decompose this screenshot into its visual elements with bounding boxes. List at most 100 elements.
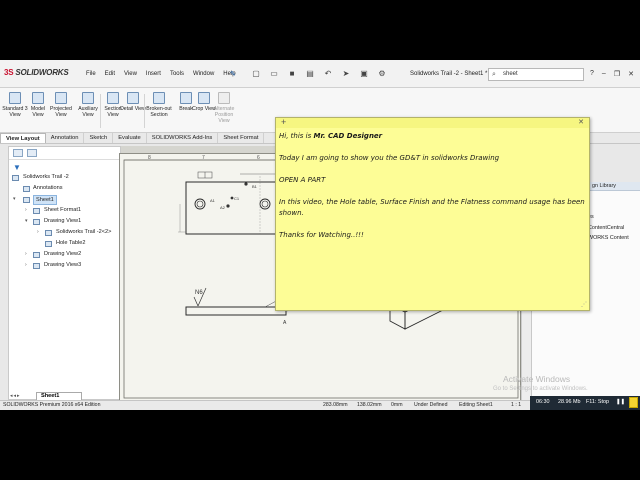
screen-recorder-bar: 06:30 28.96 Mb F11: Stop ❚❚: [530, 396, 640, 410]
task-pane-item[interactable]: WORKS Content: [588, 235, 629, 241]
tree-node-annotations[interactable]: Annotations: [9, 183, 121, 194]
tree-label: Sheet1: [33, 195, 57, 205]
broken-out-section-button[interactable]: Broken-out Section: [146, 92, 172, 118]
select-icon[interactable]: ➤: [340, 69, 352, 79]
border-number: 6: [257, 155, 260, 161]
rebuild-icon[interactable]: ▣: [358, 69, 370, 79]
coord-y: 138.02mm: [357, 402, 382, 408]
note-greeting-line: Hi, this is Mr. CAD Designer: [279, 131, 587, 142]
property-manager-tab-icon[interactable]: [27, 149, 37, 157]
logo-mark: 3S: [4, 68, 14, 77]
pin-icon[interactable]: ✎: [230, 70, 236, 78]
tree-node-drawing-view3[interactable]: › Drawing View3: [9, 260, 121, 271]
sticky-note[interactable]: + ✕ Hi, this is Mr. CAD Designer Today I…: [275, 117, 590, 311]
expand-arrow-icon[interactable]: ›: [25, 249, 27, 260]
pause-icon[interactable]: ❚❚: [616, 399, 625, 405]
close-icon[interactable]: ✕: [578, 118, 584, 126]
sticky-note-text[interactable]: Hi, this is Mr. CAD Designer Today I am …: [279, 131, 587, 252]
expand-arrow-icon[interactable]: ›: [25, 260, 27, 271]
alternate-position-view-button[interactable]: Alternate Position View: [211, 92, 237, 124]
menu-view[interactable]: View: [124, 71, 137, 77]
hole-right-inner: [261, 200, 269, 208]
model-view-icon: [32, 92, 44, 104]
hole-right[interactable]: [259, 198, 271, 210]
tree-node-drawing-view1[interactable]: ▾ Drawing View1: [9, 216, 121, 227]
note-line: Thanks for Watching..!!!: [279, 231, 364, 239]
detail-view-button[interactable]: Detail View: [120, 92, 146, 112]
menu-edit[interactable]: Edit: [105, 71, 115, 77]
tree-node-drawing-view2[interactable]: › Drawing View2: [9, 249, 121, 260]
save-icon[interactable]: ■: [286, 69, 298, 79]
tab-solidworks-add-ins[interactable]: SOLIDWORKS Add-Ins: [147, 133, 219, 143]
menu-file[interactable]: File: [86, 71, 96, 77]
menu-insert[interactable]: Insert: [146, 71, 161, 77]
recording-stop-hint[interactable]: F11: Stop: [586, 399, 609, 405]
tree-node-root[interactable]: Solidworks Trail -2: [9, 172, 121, 183]
print-icon[interactable]: ▤: [304, 69, 316, 79]
expand-arrow-icon[interactable]: ›: [25, 205, 27, 216]
solidworks-logo[interactable]: 3S SOLIDWORKS: [4, 68, 69, 77]
tab-sketch[interactable]: Sketch: [84, 133, 114, 143]
side-view-bar[interactable]: [185, 306, 287, 316]
minimize-icon[interactable]: –: [602, 70, 606, 78]
button-label: Standard 3 View: [2, 106, 28, 118]
button-label: Alternate Position View: [213, 106, 235, 124]
recording-time: 06:30: [536, 399, 550, 405]
sheet-scale[interactable]: 1 : 1: [511, 401, 521, 410]
tree-label: Hole Table2: [56, 240, 86, 246]
options-icon[interactable]: ⚙: [376, 69, 388, 79]
hole-left-inner: [196, 200, 204, 208]
projected-view-button[interactable]: Projected View: [48, 92, 74, 118]
undo-icon[interactable]: ↶: [322, 69, 334, 79]
new-note-icon[interactable]: +: [281, 117, 286, 127]
collapse-arrow-icon[interactable]: ▾: [13, 194, 16, 205]
drawing-icon: [12, 175, 19, 181]
plate-outline[interactable]: [185, 181, 279, 235]
coord-x: 283.08mm: [323, 402, 348, 408]
open-icon[interactable]: ▭: [268, 69, 280, 79]
sketch-state: Under Defined: [414, 402, 448, 408]
button-label: Broken-out Section: [146, 106, 172, 118]
feature-tree-tab-icon[interactable]: [13, 149, 23, 157]
new-document-icon[interactable]: ▢: [250, 69, 262, 79]
tree-node-part-reference[interactable]: › Solidworks Trail -2<2>: [9, 227, 121, 238]
surface-finish-symbol[interactable]: [197, 296, 203, 307]
side-view-callout: A: [283, 320, 287, 326]
hole-small-3[interactable]: [230, 196, 234, 200]
hole-table-icon: [45, 241, 52, 247]
tree-node-sheet1[interactable]: ▾ Sheet1: [9, 194, 121, 205]
main-menu: File Edit View Insert Tools Window Help: [86, 71, 236, 77]
auxiliary-view-button[interactable]: Auxiliary View: [75, 92, 101, 118]
sticky-note-titlebar[interactable]: [276, 118, 589, 128]
expand-arrow-icon[interactable]: ›: [37, 227, 39, 238]
task-pane-item[interactable]: ContentCentral: [588, 225, 624, 231]
tree-node-sheet-format1[interactable]: › Sheet Format1: [9, 205, 121, 216]
search-input[interactable]: ⌕ sheet: [488, 68, 584, 81]
ribbon-separator: [144, 94, 145, 128]
window-controls: ? – ❐ ✕: [590, 70, 634, 78]
resize-grip-icon[interactable]: ⋰: [581, 301, 587, 308]
tab-evaluate[interactable]: Evaluate: [113, 133, 147, 143]
tree-label: Drawing View2: [44, 251, 82, 257]
collapse-arrow-icon[interactable]: ▾: [25, 216, 28, 227]
tree-label: Sheet Format1: [44, 207, 81, 213]
help-icon[interactable]: ?: [590, 70, 594, 78]
sheet-navigation-icon[interactable]: ◂◂▸: [10, 393, 21, 399]
stop-recording-icon[interactable]: [629, 397, 638, 408]
restore-icon[interactable]: ❐: [614, 70, 620, 78]
tree-label: Drawing View3: [44, 262, 82, 268]
hole-left[interactable]: [194, 198, 206, 210]
close-icon[interactable]: ✕: [628, 70, 634, 78]
hole-small-2[interactable]: [244, 182, 248, 186]
menu-tools[interactable]: Tools: [170, 71, 184, 77]
tab-view-layout[interactable]: View Layout: [0, 133, 46, 143]
letterbox-bottom: [0, 410, 640, 480]
filter-icon[interactable]: ▼: [13, 163, 21, 172]
hole-small-1[interactable]: [226, 204, 230, 208]
tree-node-hole-table2[interactable]: Hole Table2: [9, 238, 121, 249]
tab-sheet-format[interactable]: Sheet Format: [218, 133, 265, 143]
menu-window[interactable]: Window: [193, 71, 214, 77]
drawing-view-icon: [33, 219, 40, 225]
tab-annotation[interactable]: Annotation: [46, 133, 85, 143]
hole-tag-c1: C1: [234, 196, 240, 201]
